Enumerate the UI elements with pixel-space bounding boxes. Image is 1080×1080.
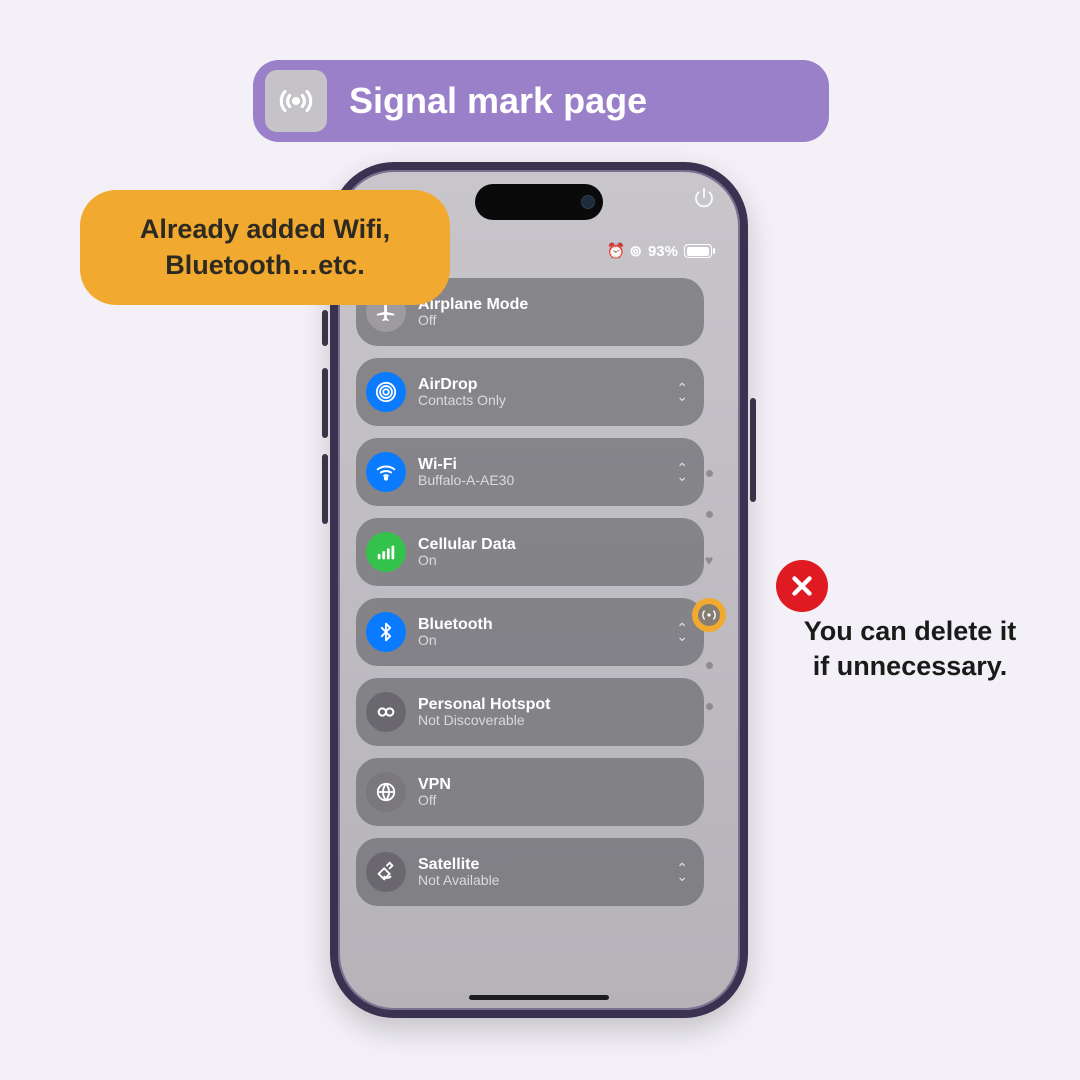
row-subtitle: On xyxy=(418,553,516,568)
page-dot[interactable] xyxy=(706,703,713,710)
wifi-icon xyxy=(366,452,406,492)
power-button[interactable] xyxy=(692,186,716,215)
favorite-page-icon[interactable]: ♥ xyxy=(705,552,713,568)
row-title: Wi-Fi xyxy=(418,456,514,474)
phone-side-button xyxy=(322,368,328,438)
vpn-icon xyxy=(366,772,406,812)
settings-row-cellular[interactable]: Cellular DataOn xyxy=(356,518,704,586)
annotation-delete-text: You can delete it if unnecessary. xyxy=(770,614,1050,684)
home-indicator[interactable] xyxy=(469,995,609,1000)
settings-row-wifi[interactable]: Wi-FiBuffalo-A-AE30 ⌃⌄ xyxy=(356,438,704,506)
row-title: AirDrop xyxy=(418,376,506,394)
annotation-delete: You can delete it if unnecessary. xyxy=(770,560,1050,684)
cellular-icon xyxy=(366,532,406,572)
settings-row-vpn[interactable]: VPNOff xyxy=(356,758,704,826)
row-subtitle: Off xyxy=(418,313,528,328)
page-dot[interactable] xyxy=(706,470,713,477)
chevron-updown-icon: ⌃⌄ xyxy=(676,864,688,881)
phone-side-button xyxy=(750,398,756,502)
row-subtitle: Off xyxy=(418,793,451,808)
page-title: Signal mark page xyxy=(349,80,647,122)
satellite-icon xyxy=(366,852,406,892)
settings-row-bluetooth[interactable]: BluetoothOn ⌃⌄ xyxy=(356,598,704,666)
chevron-updown-icon: ⌃⌄ xyxy=(676,384,688,401)
page-dot[interactable] xyxy=(706,662,713,669)
page-dot[interactable] xyxy=(706,511,713,518)
chevron-updown-icon: ⌃⌄ xyxy=(676,624,688,641)
row-subtitle: Buffalo-A-AE30 xyxy=(418,473,514,488)
status-icons: ⏰ ⊚ xyxy=(607,242,642,260)
airdrop-icon xyxy=(366,372,406,412)
row-title: Cellular Data xyxy=(418,536,516,554)
page-title-pill: Signal mark page xyxy=(253,60,829,142)
settings-row-hotspot[interactable]: Personal HotspotNot Discoverable xyxy=(356,678,704,746)
signal-page-active-icon[interactable] xyxy=(692,598,726,632)
row-subtitle: Contacts Only xyxy=(418,393,506,408)
row-subtitle: On xyxy=(418,633,493,648)
battery-icon xyxy=(684,244,712,258)
battery-percent: 93% xyxy=(648,243,678,260)
phone-side-button xyxy=(322,310,328,346)
phone-side-button xyxy=(322,454,328,524)
settings-row-airdrop[interactable]: AirDropContacts Only ⌃⌄ xyxy=(356,358,704,426)
power-icon xyxy=(692,186,716,210)
dynamic-island xyxy=(475,184,603,220)
row-title: Personal Hotspot xyxy=(418,696,550,714)
row-title: VPN xyxy=(418,776,451,794)
chevron-updown-icon: ⌃⌄ xyxy=(676,464,688,481)
status-bar: ⏰ ⊚ 93% xyxy=(607,242,712,260)
antenna-icon xyxy=(265,70,327,132)
row-title: Satellite xyxy=(418,856,499,874)
row-subtitle: Not Available xyxy=(418,873,499,888)
settings-list: Airplane ModeOffAirDropContacts Only⌃⌄Wi… xyxy=(356,278,704,980)
row-title: Bluetooth xyxy=(418,616,493,634)
annotation-added: Already added Wifi, Bluetooth…etc. xyxy=(80,190,450,305)
row-subtitle: Not Discoverable xyxy=(418,713,550,728)
annotation-added-text: Already added Wifi, Bluetooth…etc. xyxy=(140,212,390,282)
settings-row-satellite[interactable]: SatelliteNot Available ⌃⌄ xyxy=(356,838,704,906)
close-icon xyxy=(776,560,828,612)
bluetooth-icon xyxy=(366,612,406,652)
hotspot-icon xyxy=(366,692,406,732)
page-indicator[interactable]: ♥ xyxy=(692,470,726,710)
